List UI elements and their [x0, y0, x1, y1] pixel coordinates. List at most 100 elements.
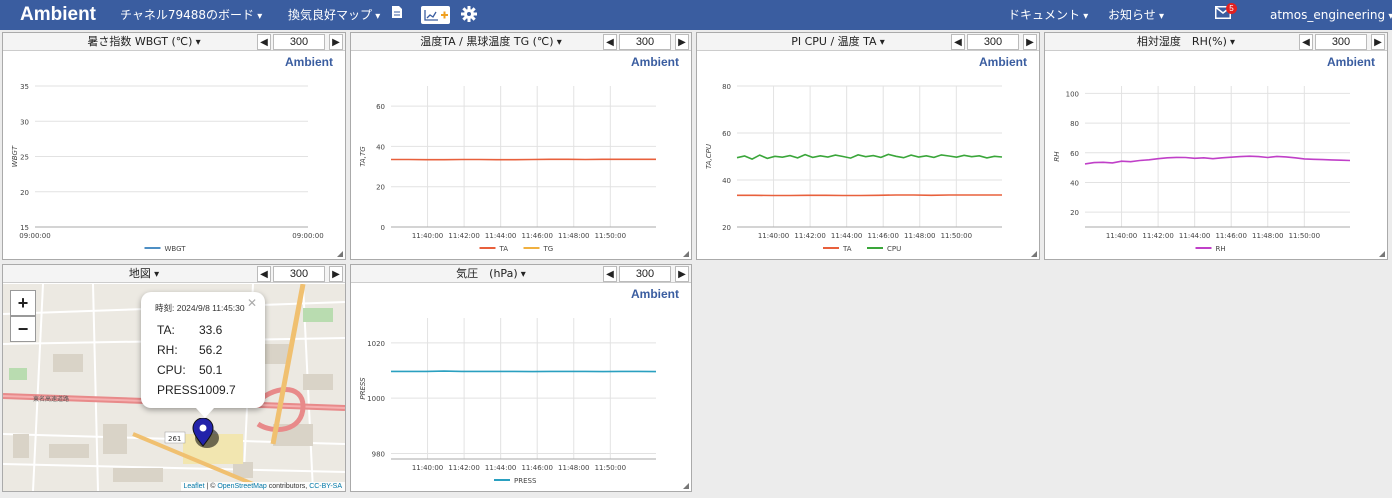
panel-body: Ambient 980 1000 1020 PRESS 11:40:00 11:42:00…: [351, 284, 691, 491]
prev-button[interactable]: ◀: [951, 34, 965, 50]
pressure-chart: 980 1000 1020 PRESS 11:40:00 11:42:00 11:44:00…: [359, 318, 657, 485]
resize-handle[interactable]: [1031, 251, 1037, 257]
popup-row: RH: 56.2: [157, 343, 222, 357]
popup-value: 50.1: [199, 363, 223, 377]
x-tick-label: 11:40:00: [412, 464, 443, 472]
osm-link[interactable]: OpenStreetMap: [217, 483, 266, 490]
pressure-panel: 気圧 (hPa) ◀ ▶ Ambient 98010001020PRESS11:…: [350, 264, 692, 492]
add-chart-button[interactable]: [421, 6, 450, 24]
panel-header: 暑さ指数 WBGT (℃) ◀ ▶: [3, 33, 345, 51]
x-tick-label: 11:40:00: [1106, 232, 1137, 240]
y-tick-label: 15: [20, 224, 29, 232]
user-menu[interactable]: atmos_engineering: [1270, 0, 1392, 30]
x-tick-label: 09:00:00: [19, 232, 50, 240]
cpu-chart: 20 40 60 80 TA,CPU 11:40:00 11:42:00 11:44:00 11…: [705, 83, 1003, 253]
prev-button[interactable]: ◀: [603, 266, 617, 282]
range-input[interactable]: [273, 34, 325, 50]
panel-title[interactable]: 相対湿度 RH(%): [1045, 33, 1327, 51]
x-tick-label: 11:48:00: [904, 232, 935, 240]
x-tick-label: 11:46:00: [867, 232, 898, 240]
y-tick-label: 60: [722, 130, 731, 138]
prev-button[interactable]: ◀: [257, 266, 271, 282]
license-link[interactable]: CC-BY-SA: [309, 483, 342, 490]
prev-button[interactable]: ◀: [257, 34, 271, 50]
attribution-sep: | ©: [204, 483, 218, 490]
resize-handle[interactable]: [1379, 251, 1385, 257]
range-input[interactable]: [619, 34, 671, 50]
ventilation-map-menu[interactable]: 換気良好マップ: [288, 0, 380, 30]
gear-icon[interactable]: [460, 5, 478, 23]
y-tick-label: 980: [372, 450, 385, 458]
panel-title[interactable]: 暑さ指数 WBGT (℃): [3, 33, 285, 51]
panel-header: 相対湿度 RH(%) ◀ ▶: [1045, 33, 1387, 51]
range-input[interactable]: [967, 34, 1019, 50]
range-input[interactable]: [619, 266, 671, 282]
panel-title[interactable]: 気圧 (hPa): [351, 265, 631, 283]
popup-key: PRESS:: [157, 383, 202, 397]
next-button[interactable]: ▶: [1023, 34, 1037, 50]
next-button[interactable]: ▶: [675, 266, 689, 282]
legend-label: CPU: [887, 245, 901, 253]
range-pager: ◀ ▶: [951, 34, 1037, 50]
range-pager: ◀ ▶: [603, 266, 689, 282]
popup-key: CPU:: [157, 363, 186, 377]
prev-button[interactable]: ◀: [603, 34, 617, 50]
next-button[interactable]: ▶: [675, 34, 689, 50]
prev-button[interactable]: ◀: [1299, 34, 1313, 50]
panel-title[interactable]: 地図: [3, 265, 285, 283]
range-input[interactable]: [273, 266, 325, 282]
brand-logo[interactable]: Ambient: [20, 0, 96, 30]
range-pager: ◀ ▶: [1299, 34, 1385, 50]
series-line-cpu: [736, 153, 1003, 160]
popup-value: 56.2: [199, 343, 223, 357]
map-panel: 地図 ◀ ▶: [2, 264, 346, 492]
next-button[interactable]: ▶: [1371, 34, 1385, 50]
panel-header: 温度TA / 黒球温度 TG (℃) ◀ ▶: [351, 33, 691, 51]
range-pager: ◀ ▶: [257, 34, 343, 50]
add-chart-icon: [424, 10, 448, 21]
legend-label: RH: [1216, 245, 1226, 253]
news-menu[interactable]: お知らせ: [1108, 0, 1164, 30]
resize-handle[interactable]: [337, 251, 343, 257]
zoom-out-button[interactable]: −: [10, 316, 36, 342]
temperature-panel: 温度TA / 黒球温度 TG (℃) ◀ ▶ Ambient 0204060TA…: [350, 32, 692, 260]
range-pager: ◀ ▶: [257, 266, 343, 282]
zoom-in-button[interactable]: +: [10, 290, 36, 316]
range-input[interactable]: [1315, 34, 1367, 50]
humidity-chart: 20 40 60 80 100 RH 11:40:00 11:42:00 11:44:00 11:…: [1053, 86, 1351, 253]
y-axis-title: TA,CPU: [705, 144, 713, 169]
y-axis-title: RH: [1053, 151, 1061, 162]
legend-label: WBGT: [165, 245, 187, 253]
documents-menu[interactable]: ドキュメント: [1008, 0, 1088, 30]
popup-close-icon[interactable]: ✕: [247, 296, 257, 310]
panel-header: 地図 ◀ ▶: [3, 265, 345, 283]
y-tick-label: 40: [722, 177, 731, 185]
y-tick-label: 40: [1070, 179, 1079, 187]
x-tick-label: 11:44:00: [485, 464, 516, 472]
x-tick-label: 11:48:00: [558, 464, 589, 472]
y-axis-title: WBGT: [11, 145, 19, 167]
resize-handle[interactable]: [683, 251, 689, 257]
next-button[interactable]: ▶: [329, 34, 343, 50]
x-tick-label: 11:42:00: [448, 464, 479, 472]
panel-title[interactable]: PI CPU / 温度 TA: [697, 33, 979, 51]
popup-value: 1009.7: [199, 383, 236, 397]
map-view[interactable]: 東名高速道路 261 + − 時刻: 2024/9/8 11:45:30 ✕ T…: [3, 284, 345, 491]
x-tick-label: 11:46:00: [521, 464, 552, 472]
y-tick-label: 0: [381, 224, 385, 232]
board-menu[interactable]: チャネル79488のボード: [120, 0, 262, 30]
legend-label: TG: [543, 245, 554, 253]
y-tick-label: 1000: [367, 395, 385, 403]
popup-row: CPU: 50.1: [157, 363, 222, 377]
location-marker-icon[interactable]: [191, 418, 223, 452]
expressway-label: 東名高速道路: [33, 395, 69, 403]
resize-handle[interactable]: [683, 483, 689, 489]
leaflet-link[interactable]: Leaflet: [184, 483, 205, 490]
next-button[interactable]: ▶: [329, 266, 343, 282]
panel-body: Ambient 0 20 40 60 TA,TG 11:40:00 11:42:00 11:4…: [351, 52, 691, 259]
x-tick-label: 09:00:00: [292, 232, 323, 240]
notification-badge: 5: [1226, 3, 1237, 14]
panel-title[interactable]: 温度TA / 黒球温度 TG (℃): [351, 33, 631, 51]
x-tick-label: 11:44:00: [1179, 232, 1210, 240]
document-icon[interactable]: [391, 5, 403, 19]
